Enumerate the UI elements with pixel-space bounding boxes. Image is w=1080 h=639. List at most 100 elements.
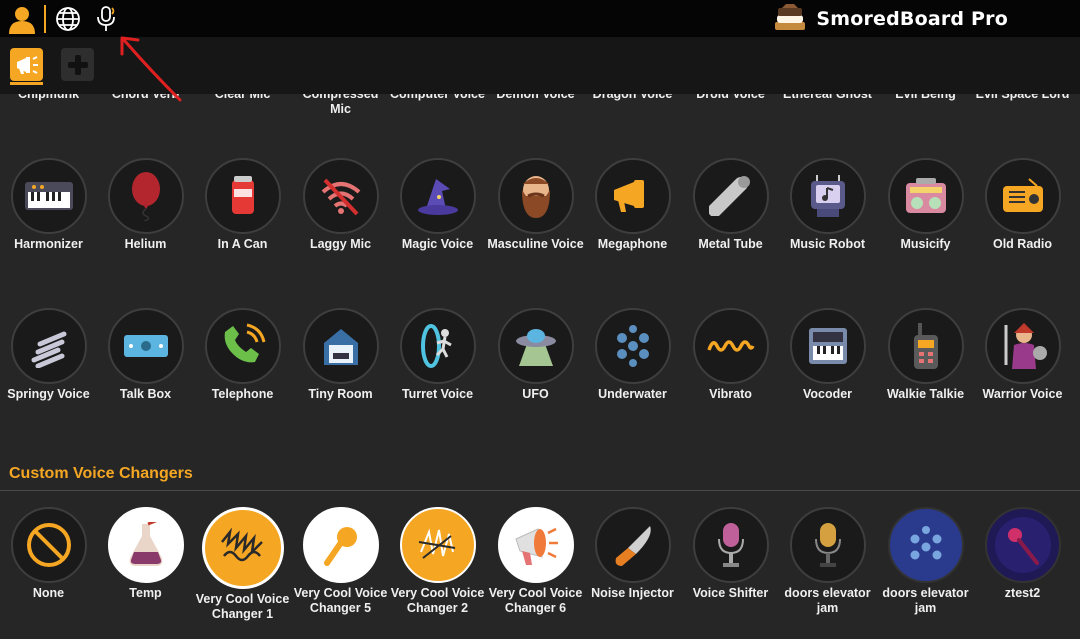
voice-button[interactable] — [594, 308, 671, 384]
voice-button[interactable] — [692, 308, 769, 384]
globe-icon[interactable] — [52, 3, 84, 35]
voice-item-metal-tube[interactable]: Metal Tube — [682, 158, 779, 252]
custom-voice-item[interactable]: Very Cool Voice Changer 6 — [487, 507, 584, 616]
voice-label: Tiny Room — [308, 387, 373, 401]
add-tab[interactable] — [61, 48, 94, 81]
voice-label[interactable]: Chipmunk — [0, 94, 97, 102]
microphone-icon[interactable] — [90, 3, 122, 35]
voice-button[interactable] — [594, 507, 671, 583]
voice-item-laggy-mic[interactable]: Laggy Mic — [292, 158, 389, 252]
custom-voice-item[interactable]: doors elevator jam — [877, 507, 974, 616]
potion-icon — [129, 522, 162, 566]
voice-button[interactable] — [497, 308, 574, 384]
voice-label[interactable]: Demon Voice — [487, 94, 584, 102]
custom-voice-item[interactable]: Noise Injector — [584, 507, 681, 601]
voice-button[interactable] — [10, 308, 87, 384]
voice-button[interactable] — [594, 158, 671, 234]
voice-button[interactable] — [399, 507, 476, 583]
voice-label: Music Robot — [790, 237, 865, 251]
voice-label: Helium — [124, 237, 167, 251]
voice-item-talk-box[interactable]: Talk Box — [97, 308, 194, 402]
custom-voice-item[interactable]: ztest2 — [974, 507, 1071, 601]
voice-button[interactable] — [107, 308, 184, 384]
voice-label[interactable]: Droid Voice — [682, 94, 779, 102]
voice-button[interactable] — [887, 507, 964, 583]
voice-item-vibrato[interactable]: Vibrato — [682, 308, 779, 402]
voice-label: Voice Shifter — [692, 586, 769, 600]
voice-button[interactable] — [204, 158, 281, 234]
voice-item-tiny-room[interactable]: Tiny Room — [292, 308, 389, 402]
megaphone-tab[interactable] — [10, 48, 43, 85]
voice-button[interactable] — [399, 308, 476, 384]
voice-label: Underwater — [598, 387, 667, 401]
voice-button[interactable] — [692, 158, 769, 234]
voice-label[interactable]: Ethereal Ghost — [779, 94, 876, 102]
custom-voice-item-selected[interactable]: Very Cool Voice Changer 1 — [194, 507, 291, 622]
voice-item-old-radio[interactable]: Old Radio — [974, 158, 1071, 252]
voice-item-helium[interactable]: Helium — [97, 158, 194, 252]
voice-button[interactable] — [302, 308, 379, 384]
voice-label: Vibrato — [709, 387, 752, 401]
user-icon[interactable] — [6, 3, 38, 35]
voice-item-musicify[interactable]: Musicify — [877, 158, 974, 252]
voice-item-ufo[interactable]: UFO — [487, 308, 584, 402]
voice-item-telephone[interactable]: Telephone — [194, 308, 291, 402]
voice-button[interactable] — [789, 308, 866, 384]
voice-label: Masculine Voice — [487, 237, 584, 251]
custom-voice-item[interactable]: Voice Shifter — [682, 507, 779, 601]
voice-button[interactable] — [984, 308, 1061, 384]
custom-voice-item[interactable]: Very Cool Voice Changer 5 — [292, 507, 389, 616]
voice-item-magic-voice[interactable]: Magic Voice — [389, 158, 486, 252]
voice-button[interactable] — [204, 308, 281, 384]
voice-label[interactable]: Clear Mic — [194, 94, 291, 102]
studio-mic-icon — [814, 523, 841, 567]
voice-label[interactable]: Chord Verb — [97, 94, 194, 102]
voice-button[interactable] — [497, 507, 574, 583]
voice-button[interactable] — [10, 158, 87, 234]
voice-button[interactable] — [107, 158, 184, 234]
voice-item-harmonizer[interactable]: Harmonizer — [0, 158, 97, 252]
soda-can-icon — [231, 176, 254, 214]
custom-voice-item[interactable]: Temp — [97, 507, 194, 601]
custom-voice-item[interactable]: None — [0, 507, 97, 601]
voice-label: doors elevator jam — [784, 586, 871, 615]
voice-button[interactable] — [497, 158, 574, 234]
voice-item-in-a-can[interactable]: In A Can — [194, 158, 291, 252]
voice-button[interactable] — [302, 158, 379, 234]
voice-item-vocoder[interactable]: Vocoder — [779, 308, 876, 402]
voice-item-music-robot[interactable]: Music Robot — [779, 158, 876, 252]
voice-button[interactable] — [399, 158, 476, 234]
voice-item-megaphone[interactable]: Megaphone — [584, 158, 681, 252]
section-divider — [0, 490, 1080, 491]
voice-button[interactable] — [692, 507, 769, 583]
custom-voice-item[interactable]: Very Cool Voice Changer 2 — [389, 507, 486, 616]
voice-item-turret-voice[interactable]: Turret Voice — [389, 308, 486, 402]
voice-item-springy-voice[interactable]: Springy Voice — [0, 308, 97, 402]
voice-button[interactable] — [10, 507, 87, 583]
voice-item-underwater[interactable]: Underwater — [584, 308, 681, 402]
voice-button[interactable] — [107, 507, 184, 583]
voice-label: Noise Injector — [591, 586, 674, 600]
voice-changer-list[interactable]: Chipmunk Chord Verb Clear Mic Compressed… — [0, 94, 1080, 639]
voice-button[interactable] — [302, 507, 379, 583]
custom-voice-item[interactable]: doors elevator jam — [779, 507, 876, 616]
pipe-icon — [708, 176, 750, 216]
voice-button[interactable] — [887, 308, 964, 384]
voice-label: Talk Box — [119, 387, 172, 401]
voice-button[interactable] — [789, 507, 866, 583]
voice-button[interactable] — [887, 158, 964, 234]
voice-label[interactable]: Computer Voice — [389, 94, 486, 102]
synth-icon — [808, 328, 847, 364]
voice-item-masculine-voice[interactable]: Masculine Voice — [487, 158, 584, 252]
voice-label[interactable]: Dragon Voice — [584, 94, 681, 102]
voice-item-walkie-talkie[interactable]: Walkie Talkie — [877, 308, 974, 402]
voice-button[interactable] — [201, 507, 284, 589]
voice-button[interactable] — [984, 158, 1061, 234]
voice-item-warrior-voice[interactable]: Warrior Voice — [974, 308, 1071, 402]
voice-button[interactable] — [984, 507, 1061, 583]
voice-button[interactable] — [789, 158, 866, 234]
plus-icon — [67, 54, 88, 75]
voice-label[interactable]: Evil Being — [877, 94, 974, 102]
voice-label[interactable]: Evil Space Lord — [974, 94, 1071, 102]
voice-label[interactable]: Compressed Mic — [292, 94, 389, 117]
